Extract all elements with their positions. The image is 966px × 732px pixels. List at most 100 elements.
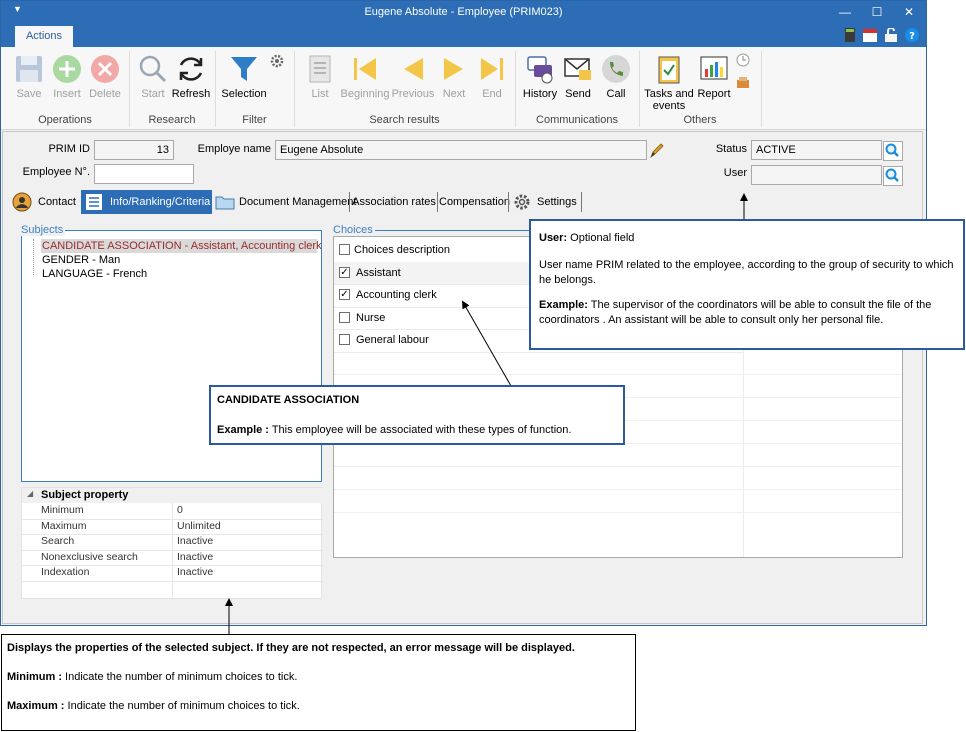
tab-document-management[interactable]: Document Management <box>213 190 356 214</box>
property-value: Inactive <box>177 535 214 547</box>
end-button[interactable]: End <box>470 51 514 103</box>
tab-separator <box>508 192 509 212</box>
beginning-button[interactable]: Beginning <box>341 51 389 103</box>
property-key: Nonexclusive search <box>41 550 138 563</box>
property-value: 0 <box>177 504 183 516</box>
select-all-checkbox[interactable] <box>339 244 350 255</box>
properties-callout-max: Indicate the number of minimum choices t… <box>64 700 300 712</box>
ribbon: Save Insert Delete Operations Start Refr… <box>1 47 926 130</box>
tab-settings[interactable]: Settings <box>511 190 581 214</box>
tab-documents-label: Document Management <box>239 196 357 208</box>
property-key: Maximum <box>41 519 87 532</box>
calculator-icon[interactable] <box>843 28 857 42</box>
tab-separator <box>581 192 582 212</box>
collapse-icon[interactable]: ◢ <box>27 489 33 498</box>
candidate-callout-example: This employee will be associated with th… <box>268 424 572 436</box>
next-icon <box>444 58 463 80</box>
maximize-button[interactable]: ☐ <box>867 4 887 20</box>
tab-actions[interactable]: Actions <box>15 26 73 47</box>
user-callout-description: User name PRIM related to the employee, … <box>539 259 954 286</box>
group-filter: Filter <box>242 114 267 126</box>
status-field: ACTIVE <box>751 140 882 160</box>
user-callout: User: Optional field User name PRIM rela… <box>529 219 965 350</box>
choice-checkbox[interactable]: ✓ <box>339 266 350 278</box>
search-icon <box>885 143 899 157</box>
close-button[interactable]: ✕ <box>899 4 919 20</box>
tab-separator <box>437 192 438 212</box>
employee-no-field[interactable] <box>94 164 194 184</box>
plus-icon <box>53 55 81 83</box>
refresh-icon <box>179 57 203 81</box>
subject-property-grid: ◢ Subject property Minimum 0 Maximum Unlim… <box>21 487 323 599</box>
choice-label: Assistant <box>356 266 401 279</box>
group-search-results: Search results <box>369 114 440 126</box>
lock-icon[interactable] <box>884 28 898 42</box>
window-title: Eugene Absolute - Employee (PRIM023) <box>364 6 563 18</box>
subject-gender[interactable]: GENDER - Man <box>42 254 120 266</box>
grid-divider <box>172 565 173 581</box>
magnifier-icon <box>139 55 167 83</box>
tab-association-rates[interactable]: Association rates <box>352 190 436 214</box>
candidate-callout-title: CANDIDATE ASSOCIATION <box>217 394 360 406</box>
choices-title: Choices <box>331 224 375 236</box>
minimize-button[interactable]: — <box>835 4 855 20</box>
grid-divider <box>172 518 173 534</box>
properties-callout-min-label: Minimum : <box>7 671 62 683</box>
employee-name-label: Employe name <box>197 143 271 155</box>
user-callout-example-label: Example: <box>539 299 588 311</box>
group-others: Others <box>683 114 717 126</box>
choice-label: Accounting clerk <box>356 289 437 301</box>
choices-header: Choices description <box>354 244 450 256</box>
user-field[interactable] <box>751 165 882 185</box>
grid-divider <box>172 580 173 599</box>
filter-settings-icon[interactable] <box>269 53 285 69</box>
choice-checkbox[interactable] <box>339 334 350 345</box>
choice-checkbox[interactable] <box>339 311 350 323</box>
help-icon[interactable]: ? <box>905 28 919 42</box>
property-key: Indexation <box>41 566 90 578</box>
candidate-callout-example-label: Example : <box>217 424 269 436</box>
tab-compensation[interactable]: Compensation <box>439 190 510 214</box>
grid-line <box>334 466 902 467</box>
tasks-label-line2: events <box>652 100 686 112</box>
contact-icon <box>12 192 32 212</box>
selection-button[interactable]: Selection <box>221 51 267 103</box>
checklist-icon <box>86 194 102 210</box>
tab-info-ranking-criteria[interactable]: Info/Ranking/Criteria <box>81 190 212 214</box>
report-button[interactable]: Report <box>692 51 736 103</box>
save-icon <box>16 56 42 82</box>
property-key: Search <box>41 535 75 547</box>
property-row: Search Inactive <box>22 534 323 551</box>
status-search-button[interactable] <box>883 141 903 161</box>
choice-checkbox[interactable]: ✓ <box>339 289 350 300</box>
candidate-association-callout: CANDIDATE ASSOCIATION Example : This emp… <box>209 385 625 445</box>
subject-language[interactable]: LANGUAGE - French <box>42 268 147 280</box>
subject-property-title: Subject property <box>41 489 129 501</box>
pencil-icon[interactable] <box>649 141 665 159</box>
properties-callout-max-label: Maximum : <box>7 700 65 712</box>
subject-candidate-association[interactable]: CANDIDATE ASSOCIATION - Assistant, Accou… <box>42 240 322 252</box>
calendar-icon[interactable] <box>863 28 877 42</box>
employee-name-field[interactable]: Eugene Absolute <box>275 140 647 160</box>
grid-divider <box>172 534 173 550</box>
property-value: Inactive <box>177 566 214 578</box>
clock-icon[interactable] <box>736 53 750 67</box>
svg-text:?: ? <box>909 31 915 42</box>
title-bar: ▼ Eugene Absolute - Employee (PRIM023) —… <box>1 1 926 23</box>
delete-button[interactable]: Delete <box>83 51 127 103</box>
property-row: Minimum 0 <box>22 503 323 520</box>
tab-contact[interactable]: Contact <box>10 190 80 214</box>
phone-icon <box>602 55 630 83</box>
grid-line <box>334 374 902 375</box>
user-search-button[interactable] <box>883 166 903 186</box>
first-icon <box>354 58 376 80</box>
ribbon-separator <box>761 51 762 127</box>
tab-settings-label: Settings <box>537 196 577 208</box>
prim-id-label: PRIM ID <box>48 143 90 155</box>
report-chart-icon <box>700 56 728 80</box>
refresh-button[interactable]: Refresh <box>169 51 213 103</box>
report-settings-icon[interactable] <box>736 75 750 89</box>
call-button[interactable]: Call <box>594 51 638 103</box>
grid-divider <box>172 503 173 519</box>
grid-divider <box>172 549 173 565</box>
